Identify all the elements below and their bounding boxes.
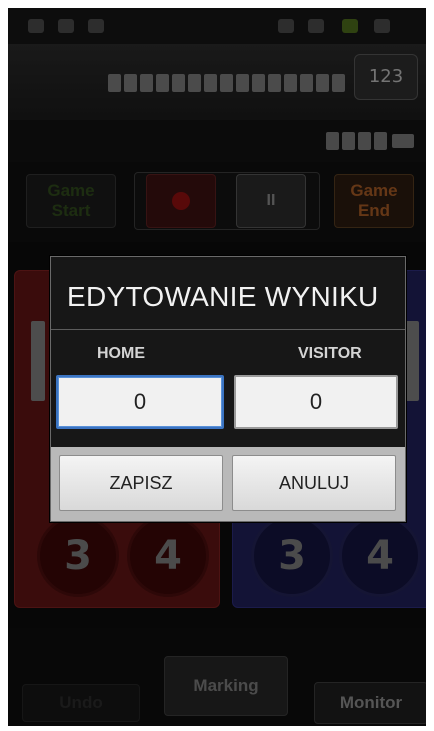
visitor-label: VISITOR	[298, 345, 362, 362]
dialog-button-bar: ZAPISZ ANULUJ	[51, 447, 405, 521]
home-label: HOME	[97, 345, 145, 362]
home-score-input[interactable]	[56, 375, 224, 429]
edit-score-dialog: EDYTOWANIE WYNIKU HOME VISITOR ZAPISZ AN…	[50, 256, 406, 522]
save-button[interactable]: ZAPISZ	[59, 455, 223, 511]
dialog-divider	[51, 329, 405, 330]
dialog-title: EDYTOWANIE WYNIKU	[67, 281, 379, 312]
cancel-button[interactable]: ANULUJ	[232, 455, 396, 511]
visitor-score-input[interactable]	[234, 375, 398, 429]
